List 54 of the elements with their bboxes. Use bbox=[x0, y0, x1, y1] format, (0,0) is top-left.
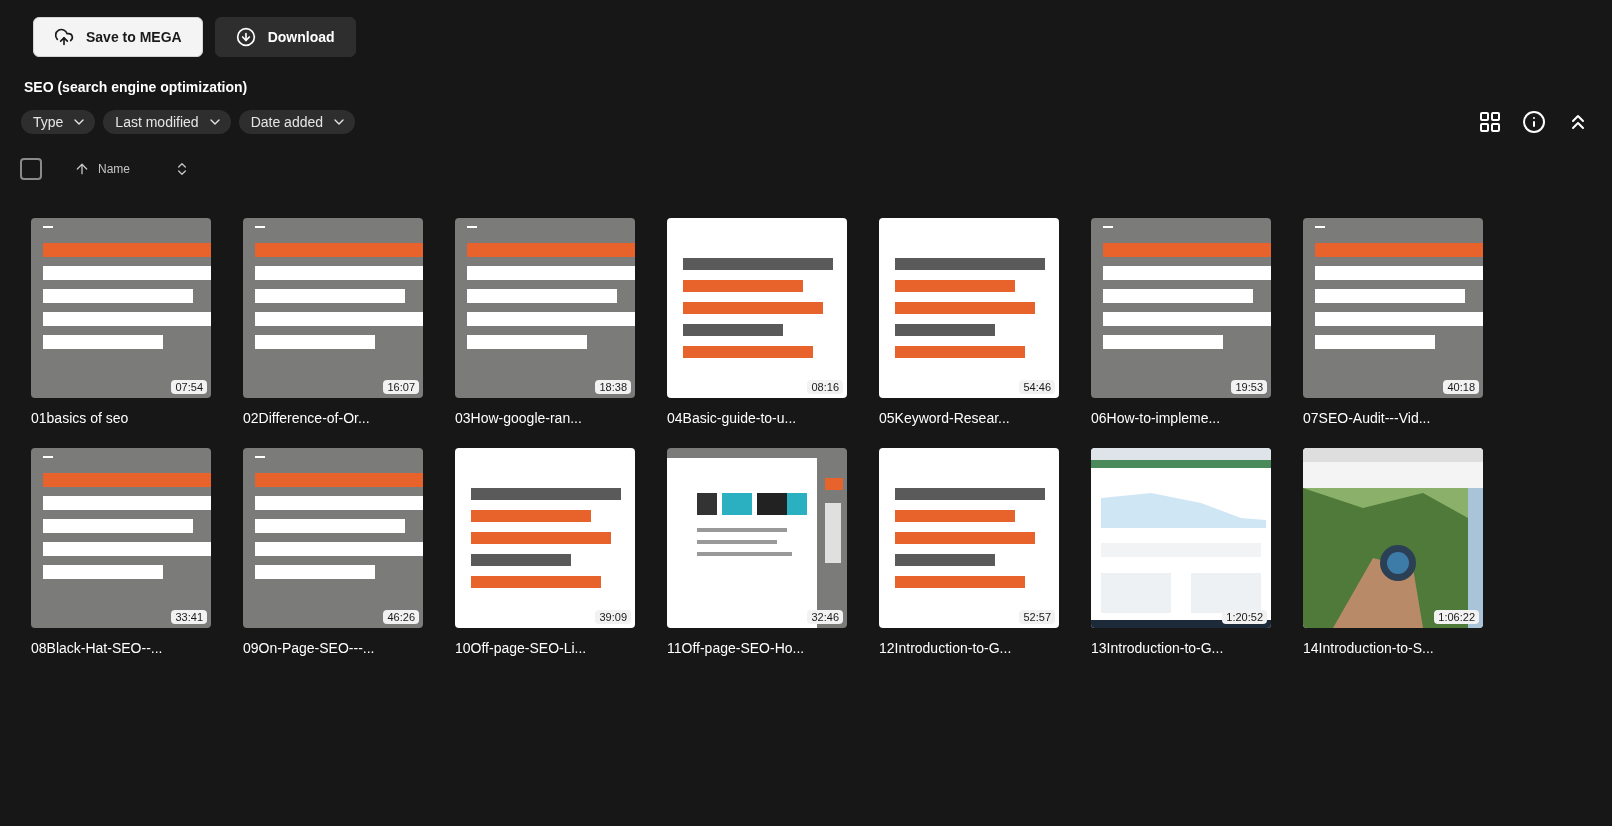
duration-label: 1:06:22 bbox=[1434, 610, 1479, 624]
filter-dropdown[interactable]: Type bbox=[21, 110, 96, 134]
file-name[interactable]: 14Introduction-to-S... bbox=[1303, 638, 1483, 658]
name-column-header[interactable]: Name bbox=[98, 161, 130, 177]
duration-label: 16:07 bbox=[383, 380, 419, 394]
video-thumbnail[interactable]: 32:46 bbox=[667, 448, 847, 628]
cloud-upload-icon bbox=[54, 27, 74, 47]
duration-label: 46:26 bbox=[383, 610, 419, 624]
duration-label: 54:46 bbox=[1019, 380, 1055, 394]
file-name[interactable]: 03How-google-ran... bbox=[455, 408, 635, 428]
video-thumbnail[interactable]: 40:18 bbox=[1303, 218, 1483, 398]
duration-label: 1:20:52 bbox=[1222, 610, 1267, 624]
duration-label: 07:54 bbox=[171, 380, 207, 394]
select-all-checkbox[interactable] bbox=[20, 158, 42, 180]
download-icon bbox=[235, 27, 256, 47]
file-name[interactable]: 04Basic-guide-to-u... bbox=[667, 408, 847, 428]
duration-label: 52:57 bbox=[1019, 610, 1055, 624]
file-name[interactable]: 02Difference-of-Or... bbox=[243, 408, 423, 428]
video-thumbnail[interactable]: 18:38 bbox=[455, 218, 635, 398]
duration-label: 08:16 bbox=[807, 380, 843, 394]
file-name[interactable]: 13Introduction-to-G... bbox=[1091, 638, 1271, 658]
video-thumbnail[interactable]: 46:26 bbox=[243, 448, 423, 628]
video-thumbnail[interactable]: 08:16 bbox=[667, 218, 847, 398]
video-thumbnail[interactable]: 33:41 bbox=[31, 448, 211, 628]
download-button[interactable]: Download bbox=[214, 17, 356, 57]
info-icon[interactable] bbox=[1522, 110, 1546, 134]
duration-label: 32:46 bbox=[807, 610, 843, 624]
file-name[interactable]: 09On-Page-SEO---... bbox=[243, 638, 423, 658]
video-thumbnail[interactable]: 1:20:52 bbox=[1091, 448, 1271, 628]
file-name[interactable]: 12Introduction-to-G... bbox=[879, 638, 1059, 658]
video-thumbnail[interactable]: 1:06:22 bbox=[1303, 448, 1483, 628]
video-thumbnail[interactable]: 16:07 bbox=[243, 218, 423, 398]
filter-dropdown[interactable]: Date added bbox=[238, 110, 356, 134]
grid-view-icon[interactable] bbox=[1478, 110, 1502, 134]
video-thumbnail[interactable]: 07:54 bbox=[31, 218, 211, 398]
duration-label: 40:18 bbox=[1443, 380, 1479, 394]
video-thumbnail[interactable]: 54:46 bbox=[879, 218, 1059, 398]
filter-dropdown[interactable]: Last modified bbox=[103, 110, 231, 134]
duration-label: 39:09 bbox=[595, 610, 631, 624]
duration-label: 18:38 bbox=[595, 380, 631, 394]
video-thumbnail[interactable]: 19:53 bbox=[1091, 218, 1271, 398]
file-name[interactable]: 06How-to-impleme... bbox=[1091, 408, 1271, 428]
save-button[interactable]: Save to MEGA bbox=[33, 17, 203, 57]
file-name[interactable]: 01basics of seo bbox=[31, 408, 211, 428]
file-name[interactable]: 05Keyword-Resear... bbox=[879, 408, 1059, 428]
file-name[interactable]: 10Off-page-SEO-Li... bbox=[455, 638, 635, 658]
folder-title: SEO (search engine optimization) bbox=[23, 78, 249, 97]
duration-label: 19:53 bbox=[1231, 380, 1267, 394]
duration-label: 33:41 bbox=[171, 610, 207, 624]
file-name[interactable]: 08Black-Hat-SEO--... bbox=[31, 638, 211, 658]
file-name[interactable]: 11Off-page-SEO-Ho... bbox=[667, 638, 847, 658]
video-thumbnail[interactable]: 39:09 bbox=[455, 448, 635, 628]
video-thumbnail[interactable]: 52:57 bbox=[879, 448, 1059, 628]
file-name[interactable]: 07SEO-Audit---Vid... bbox=[1303, 408, 1483, 428]
